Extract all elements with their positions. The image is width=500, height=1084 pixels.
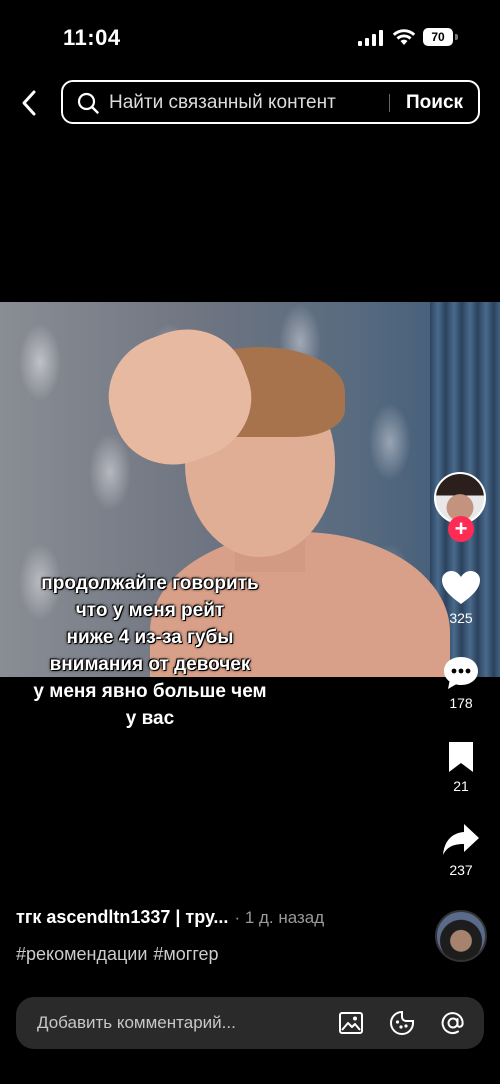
post-author-line: тгк ascendltn1337 | тру... · 1 д. назад bbox=[16, 907, 324, 928]
image-icon[interactable] bbox=[338, 1010, 364, 1036]
status-bar: 11:04 70 bbox=[0, 0, 500, 70]
save-button[interactable]: 21 bbox=[432, 740, 490, 794]
emoji-icon[interactable] bbox=[389, 1010, 415, 1036]
comment-count: 178 bbox=[449, 695, 473, 711]
caption-line: внимания от девочек bbox=[49, 654, 251, 675]
comment-input[interactable]: Добавить комментарий... bbox=[37, 1013, 236, 1033]
search-icon bbox=[77, 92, 99, 114]
like-count: 325 bbox=[449, 610, 473, 626]
back-button[interactable] bbox=[14, 85, 44, 121]
wifi-icon bbox=[392, 29, 416, 45]
share-button[interactable]: 237 bbox=[432, 822, 490, 878]
caption-line: ниже 4 из-за губы bbox=[66, 627, 234, 648]
share-icon bbox=[443, 824, 479, 855]
signal-icon bbox=[358, 30, 383, 46]
comment-icon bbox=[444, 657, 478, 689]
status-time: 11:04 bbox=[63, 25, 121, 50]
hashtags: #рекомендации #моггер bbox=[16, 944, 225, 965]
chevron-left-icon bbox=[22, 90, 36, 116]
like-button[interactable]: 325 bbox=[432, 570, 490, 626]
bookmark-icon bbox=[449, 742, 473, 772]
caption-line: продолжайте говорить bbox=[41, 573, 259, 594]
music-disc[interactable] bbox=[435, 910, 487, 962]
caption-line: у меня явно больше чем bbox=[33, 681, 267, 702]
caption-line: что у меня рейт bbox=[75, 600, 225, 621]
author-name[interactable]: тгк ascendltn1337 | тру... bbox=[16, 907, 228, 927]
battery-icon: 70 bbox=[423, 28, 459, 46]
comment-bar[interactable]: Добавить комментарий... bbox=[16, 997, 484, 1049]
search-box[interactable]: Найти связанный контент Поиск bbox=[61, 80, 480, 124]
heart-icon bbox=[442, 571, 480, 604]
hashtag-link[interactable]: #моггер bbox=[153, 944, 218, 964]
search-button[interactable]: Поиск bbox=[406, 92, 463, 114]
mention-icon[interactable] bbox=[440, 1010, 466, 1036]
share-count: 237 bbox=[449, 862, 473, 878]
search-divider bbox=[389, 94, 390, 112]
caption-line: у вас bbox=[125, 708, 175, 729]
battery-level: 70 bbox=[423, 28, 453, 46]
post-time: · 1 д. назад bbox=[234, 908, 325, 927]
video-caption: продолжайте говорить что у меня рейт ниж… bbox=[10, 570, 290, 732]
follow-button[interactable]: + bbox=[448, 516, 474, 542]
comment-button[interactable]: 178 bbox=[432, 655, 490, 711]
search-input[interactable]: Найти связанный контент bbox=[109, 92, 379, 114]
save-count: 21 bbox=[453, 778, 469, 794]
hashtag-link[interactable]: #рекомендации bbox=[16, 944, 147, 964]
